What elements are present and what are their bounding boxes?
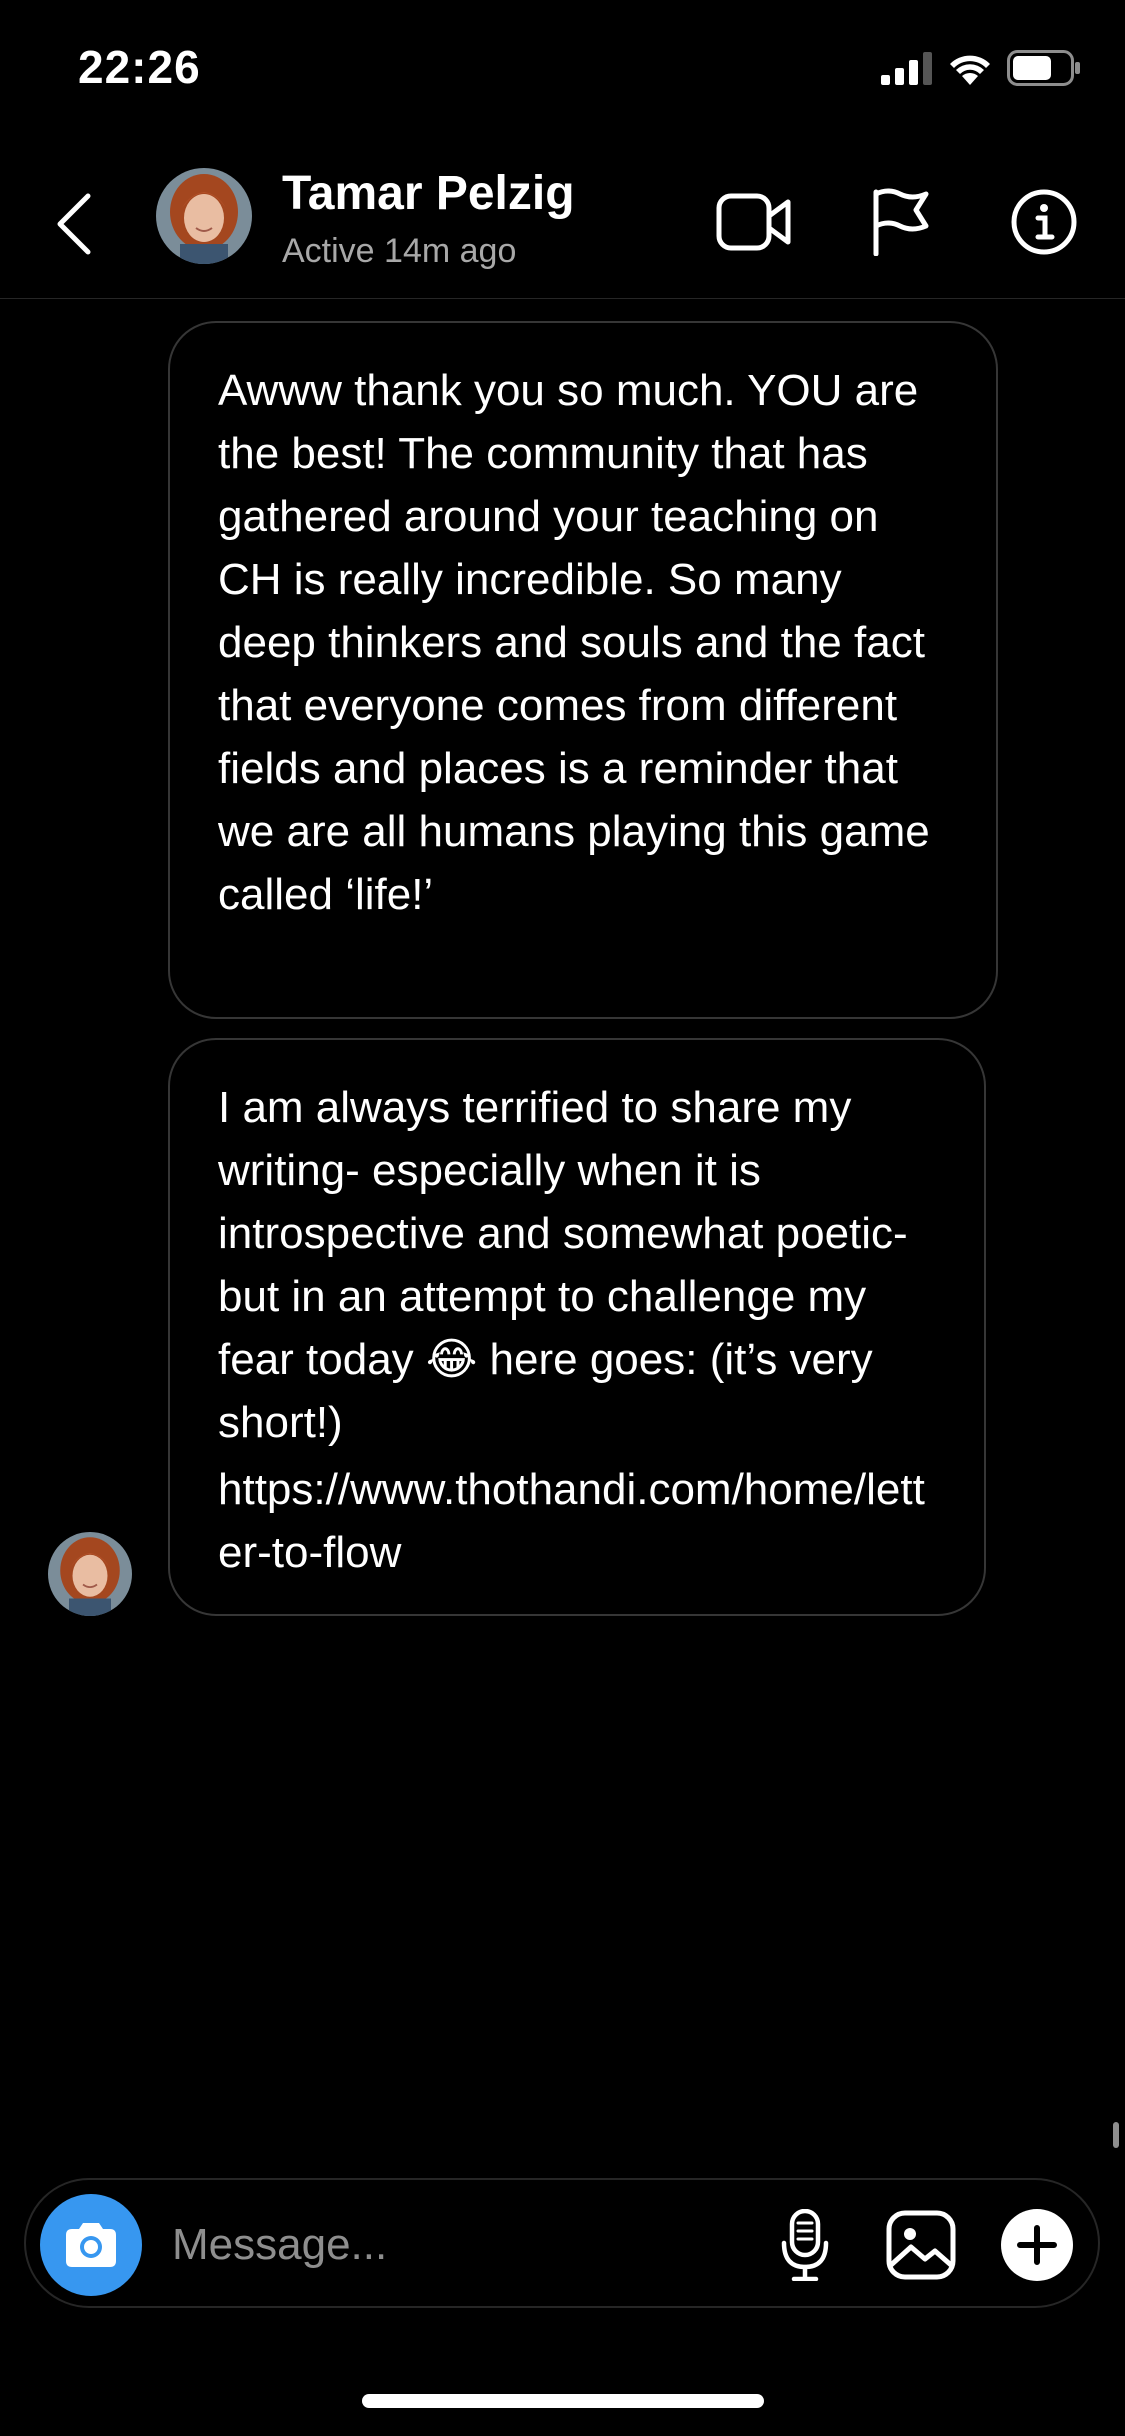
back-button[interactable] — [48, 184, 100, 264]
message-input[interactable] — [170, 2204, 734, 2286]
message-bubble[interactable]: Awww thank you so much. YOU are the best… — [168, 321, 998, 1019]
message-bubble[interactable]: I am always terrified to share my writin… — [168, 1038, 986, 1616]
message-text: Awww thank you so much. YOU are the best… — [218, 366, 930, 919]
video-call-icon — [716, 193, 791, 251]
battery-icon — [1007, 50, 1080, 86]
plus-icon — [1001, 2209, 1073, 2281]
status-bar: 22:26 — [0, 0, 1125, 140]
info-icon — [1011, 189, 1077, 255]
microphone-icon — [781, 2209, 829, 2281]
chat-header: Tamar Pelzig Active 14m ago — [0, 150, 1125, 299]
status-icons — [881, 50, 1081, 86]
cellular-signal-icon — [881, 52, 932, 85]
home-indicator[interactable] — [362, 2394, 764, 2408]
voice-message-button[interactable] — [762, 2202, 848, 2288]
gallery-button[interactable] — [878, 2202, 964, 2288]
wifi-icon — [950, 55, 990, 85]
message-composer — [24, 2178, 1100, 2308]
camera-button[interactable] — [40, 2194, 142, 2296]
avatar-image — [156, 168, 252, 264]
report-flag-button[interactable] — [858, 180, 942, 264]
contact-avatar[interactable] — [156, 168, 252, 264]
info-button[interactable] — [1002, 180, 1086, 264]
video-call-button[interactable] — [712, 180, 796, 264]
avatar-image — [48, 1532, 132, 1616]
message-text: I am always terrified to share my writin… — [218, 1083, 908, 1447]
camera-icon — [66, 2223, 116, 2267]
status-time: 22:26 — [78, 41, 201, 93]
message-link[interactable]: https://www.thothandi.com/home/letter-to… — [218, 1458, 938, 1584]
gallery-icon — [886, 2210, 956, 2280]
scrollbar[interactable] — [1113, 2122, 1119, 2148]
chevron-left-icon — [57, 193, 91, 255]
contact-name[interactable]: Tamar Pelzig — [282, 166, 575, 221]
contact-active-status: Active 14m ago — [282, 232, 517, 270]
more-options-button[interactable] — [994, 2202, 1080, 2288]
sender-avatar[interactable] — [48, 1532, 132, 1616]
flag-icon — [873, 188, 929, 256]
